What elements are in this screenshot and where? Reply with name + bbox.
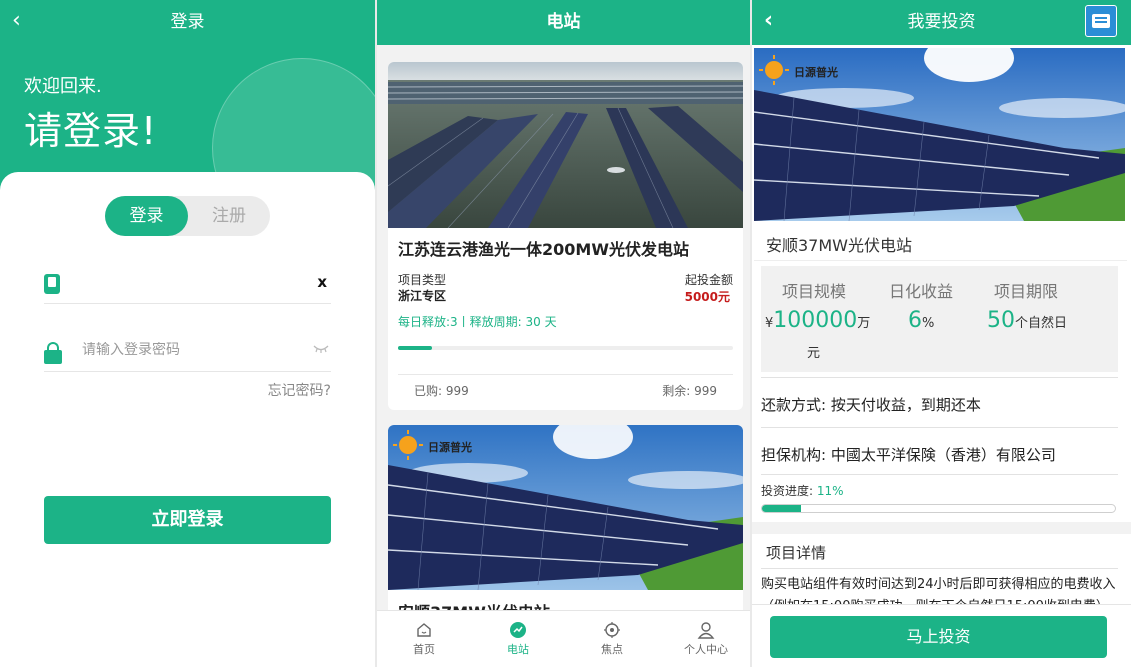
login-title: 登录 <box>170 12 205 32</box>
station-progress-bar <box>398 346 733 350</box>
phone-input[interactable] <box>82 274 302 290</box>
stations-title: 电站 <box>377 0 750 45</box>
rate-value: 6% <box>908 308 935 333</box>
divider <box>398 374 733 375</box>
station-card[interactable]: 日源普光 安顺37MW光伏电站 <box>388 425 743 625</box>
invest-bottom-bar: 马上投资 <box>752 604 1131 667</box>
repayment-method: 还款方式: 按天付收益，到期还本 <box>761 396 981 414</box>
divider <box>761 377 1118 378</box>
login-button[interactable]: 立即登录 <box>44 496 331 544</box>
tab-station[interactable]: 电站 <box>483 621 553 657</box>
scale-value: ¥100000万 <box>765 308 871 333</box>
home-icon <box>417 623 431 637</box>
station-icon <box>510 622 526 638</box>
invest-title: 我要投资 <box>907 12 976 32</box>
min-invest-value: 5000元 <box>684 290 730 304</box>
invest-progress-fill <box>762 505 801 512</box>
brand-logo-text: 日源普光 <box>428 441 472 454</box>
password-field <box>44 332 331 372</box>
stations-screen: 电站 江苏连云港渔光一体200MW光伏发电站 项目类型 浙江专区 起投金额 50… <box>377 0 750 667</box>
type-value: 浙江专区 <box>398 289 447 303</box>
guarantor: 担保机构: 中國太平洋保険（香港）有限公司 <box>761 446 1056 464</box>
station-progress-fill <box>398 346 432 350</box>
divider <box>761 427 1118 428</box>
project-name: 安顺37MW光伏电站 <box>766 236 912 255</box>
divider <box>754 260 1127 261</box>
tab-profile-label: 个人中心 <box>684 643 728 656</box>
login-card: 登录 注册 x 忘记密码? 立即登录 <box>0 172 375 667</box>
sold-count: 已购: 999 <box>414 384 469 398</box>
tab-profile[interactable]: 个人中心 <box>671 621 741 657</box>
release-info: 每日释放:3丨释放周期: 30 天 <box>398 315 557 329</box>
clear-icon[interactable]: x <box>317 273 327 291</box>
bottom-tabbar: 首页 电站 焦点 个人中心 <box>377 610 750 667</box>
remaining-count: 剩余: 999 <box>662 384 717 398</box>
welcome-text: 欢迎回来. <box>24 76 102 97</box>
please-login-heading: 请登录! <box>24 109 158 153</box>
forgot-password-link[interactable]: 忘记密码? <box>268 380 331 400</box>
invest-screen: ‹ 我要投资 日源普光 安顺37MW光伏电站 项目规模 日化收益 项目期限 ¥1… <box>752 0 1131 667</box>
invest-topbar: ‹ 我要投资 <box>752 0 1131 45</box>
scale-unit-yuan: 元 <box>807 346 821 361</box>
divider <box>761 568 1118 569</box>
tab-focus[interactable]: 焦点 <box>577 621 647 657</box>
rate-label: 日化收益 <box>889 282 954 301</box>
lock-icon <box>44 342 62 364</box>
back-arrow-icon[interactable]: ‹ <box>12 0 21 42</box>
divider <box>761 474 1118 475</box>
brand-logo-text: 日源普光 <box>794 66 838 79</box>
station-title: 江苏连云港渔光一体200MW光伏发电站 <box>398 240 689 259</box>
tab-home[interactable]: 首页 <box>389 621 459 657</box>
section-gap <box>752 522 1131 534</box>
avatar[interactable] <box>1085 5 1117 37</box>
tab-home-label: 首页 <box>413 643 435 656</box>
back-arrow-icon[interactable]: ‹ <box>764 0 773 42</box>
password-input[interactable] <box>82 342 302 358</box>
user-icon <box>697 622 715 639</box>
details-title: 项目详情 <box>766 544 827 562</box>
tab-register[interactable]: 注册 <box>188 196 270 236</box>
phone-icon <box>44 274 60 294</box>
eye-closed-icon[interactable] <box>313 342 329 358</box>
login-screen: ‹ 登录 欢迎回来. 请登录! 登录 注册 x 忘记密码? 立即登录 <box>0 0 375 667</box>
type-label: 项目类型 <box>398 273 447 287</box>
min-invest-label: 起投金额 <box>684 273 733 287</box>
details-text: 购买电站组件有效时间达到24小时后即可获得相应的电费收入（例如在15:00购买成… <box>761 577 1116 604</box>
tab-focus-label: 焦点 <box>601 643 623 656</box>
login-topbar: ‹ 登录 <box>0 0 375 45</box>
scale-label: 项目规模 <box>782 282 847 301</box>
project-stats: 项目规模 日化收益 项目期限 ¥100000万 元 6% 50个自然日 <box>761 266 1118 372</box>
fishery-solar-photo <box>388 62 743 228</box>
invest-now-button[interactable]: 马上投资 <box>770 616 1107 658</box>
station-card[interactable]: 江苏连云港渔光一体200MW光伏发电站 项目类型 浙江专区 起投金额 5000元… <box>388 62 743 410</box>
term-label: 项目期限 <box>994 282 1059 301</box>
phone-field: x <box>44 264 331 304</box>
tab-station-label: 电站 <box>507 643 529 656</box>
term-value: 50个自然日 <box>987 308 1068 333</box>
invest-progress-bar <box>761 504 1116 513</box>
focus-icon <box>604 622 620 638</box>
tab-login[interactable]: 登录 <box>105 196 188 236</box>
login-tabs: 登录 注册 <box>105 196 270 236</box>
invest-progress-label: 投资进度: 11% <box>761 484 844 498</box>
